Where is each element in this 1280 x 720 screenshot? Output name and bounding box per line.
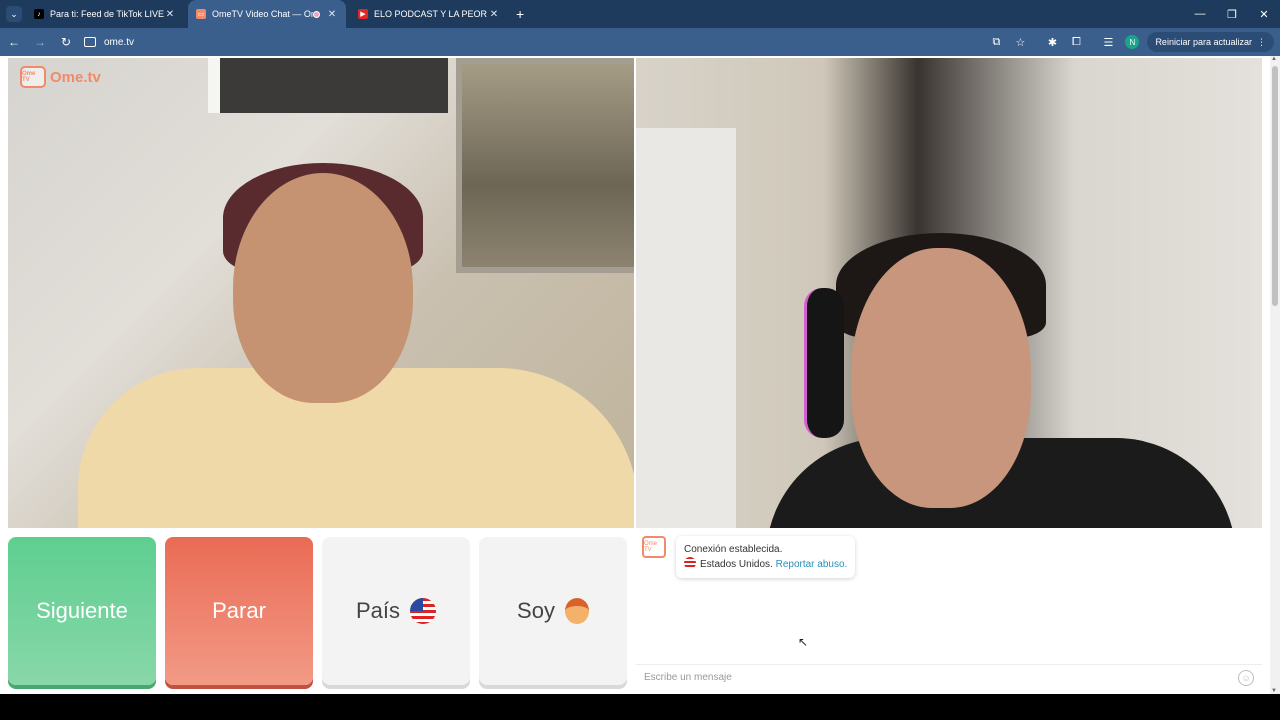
message-input-placeholder: Escribe un mensaje: [644, 672, 732, 683]
media-queue-icon[interactable]: ☰: [1097, 36, 1119, 49]
tiktok-icon: ♪: [34, 9, 44, 19]
report-abuse-link[interactable]: Reportar abuso.: [776, 559, 848, 570]
tab-ometv[interactable]: ▭ OmeTV Video Chat — Ome ✕: [188, 0, 346, 28]
site-info-icon[interactable]: [84, 37, 96, 47]
page-scrollbar[interactable]: ▲ ▼: [1270, 56, 1280, 694]
screen: ⌄ ♪ Para ti: Feed de TikTok LIVE ✕ ▭ Ome…: [0, 0, 1280, 720]
forward-arrow-icon[interactable]: →: [28, 35, 52, 49]
tab-search-icon[interactable]: ⌄: [6, 6, 22, 22]
close-window-icon[interactable]: ✕: [1248, 0, 1280, 28]
new-tab-button[interactable]: +: [516, 6, 524, 22]
chat-panel: Ome TV Conexión establecida. Estados Uni…: [636, 530, 1262, 690]
video-background-fridge: [636, 128, 736, 528]
reload-icon[interactable]: ↻: [54, 35, 78, 49]
ometv-favicon: ▭: [196, 9, 206, 19]
country-button[interactable]: País: [322, 537, 470, 685]
profile-avatar[interactable]: N: [1125, 35, 1140, 49]
install-app-icon[interactable]: ⧉: [985, 36, 1007, 49]
country-button-label: País: [355, 598, 401, 623]
stranger-country: Estados Unidos.: [700, 559, 773, 570]
system-message: Conexión establecida. Estados Unidos. Re…: [676, 536, 856, 578]
stranger-country-line: Estados Unidos. Reportar abuso.: [684, 557, 847, 572]
scrollbar-thumb[interactable]: [1272, 66, 1278, 306]
update-label: Reiniciar para actualizar: [1155, 37, 1252, 47]
ometv-logo-icon: Ome TV: [20, 66, 46, 88]
us-flag-icon: [410, 598, 437, 624]
us-flag-icon: [684, 557, 696, 569]
tab-title: OmeTV Video Chat — Ome: [212, 9, 313, 19]
ometv-logo-text: Ome.tv: [50, 68, 101, 86]
next-button[interactable]: Siguiente: [8, 537, 156, 685]
tab-tiktok[interactable]: ♪ Para ti: Feed de TikTok LIVE ✕: [26, 0, 184, 28]
mouse-cursor-icon: ↖: [798, 635, 809, 649]
minimize-icon[interactable]: —: [1184, 0, 1216, 28]
tab-title: ELO PODCAST Y LA PEOR ENTR: [374, 9, 488, 19]
close-icon[interactable]: ✕: [164, 9, 176, 20]
emoji-smile-icon[interactable]: ☺: [1238, 670, 1254, 686]
url-text: ome.tv: [104, 36, 135, 48]
gender-button[interactable]: Soy: [479, 537, 627, 685]
extension-bug-icon[interactable]: ✱: [1041, 36, 1063, 49]
stranger-video: Ome TV Ome.tv: [8, 58, 634, 528]
tab-title: Para ti: Feed de TikTok LIVE: [50, 9, 164, 19]
boy-emoji-icon: [564, 598, 589, 624]
self-video: [636, 58, 1262, 528]
toolbar-actions: ⧉ ☆ ✱ ⧠ ☰ N Reiniciar para actualizar ⋮: [983, 28, 1280, 56]
recording-indicator-icon: [313, 10, 320, 18]
bookmark-star-icon[interactable]: ☆: [1009, 36, 1031, 49]
connection-status-text: Conexión establecida.: [684, 544, 783, 555]
scroll-up-icon[interactable]: ▲: [1271, 56, 1277, 62]
video-background-painting: [456, 58, 634, 273]
extensions-puzzle-icon[interactable]: ⧠: [1065, 36, 1087, 49]
video-headset: [804, 288, 844, 438]
back-arrow-icon[interactable]: ←: [2, 35, 26, 49]
stop-button[interactable]: Parar: [165, 537, 313, 685]
video-person-face: [233, 173, 413, 403]
gender-button-label: Soy: [517, 598, 555, 623]
close-icon[interactable]: ✕: [326, 9, 338, 20]
tab-youtube[interactable]: ▶ ELO PODCAST Y LA PEOR ENTR ✕: [350, 0, 508, 28]
stop-button-label: Parar: [212, 598, 266, 623]
window-controls: — ❐ ✕: [1184, 0, 1280, 28]
update-button[interactable]: Reiniciar para actualizar ⋮: [1147, 32, 1274, 52]
restore-icon[interactable]: ❐: [1216, 0, 1248, 28]
youtube-icon: ▶: [358, 9, 368, 19]
close-icon[interactable]: ✕: [488, 9, 500, 20]
message-input[interactable]: Escribe un mensaje ☺: [636, 664, 1262, 690]
video-background-window: [208, 58, 448, 113]
next-button-label: Siguiente: [36, 598, 128, 623]
ometv-logo: Ome TV Ome.tv: [20, 66, 101, 88]
browser-tab-strip: ⌄ ♪ Para ti: Feed de TikTok LIVE ✕ ▭ Ome…: [0, 0, 1280, 28]
address-bar[interactable]: ome.tv: [84, 31, 984, 53]
ometv-page: Ome TV Ome.tv Siguiente Parar País Soy O…: [0, 56, 1270, 694]
browser-toolbar: ← → ↻ ome.tv ⧉ ☆ ✱ ⧠ ☰ N Reiniciar para …: [0, 28, 1280, 56]
ometv-chat-avatar-icon: Ome TV: [642, 536, 666, 558]
video-person-face: [851, 248, 1031, 508]
scroll-down-icon[interactable]: ▼: [1271, 688, 1277, 694]
